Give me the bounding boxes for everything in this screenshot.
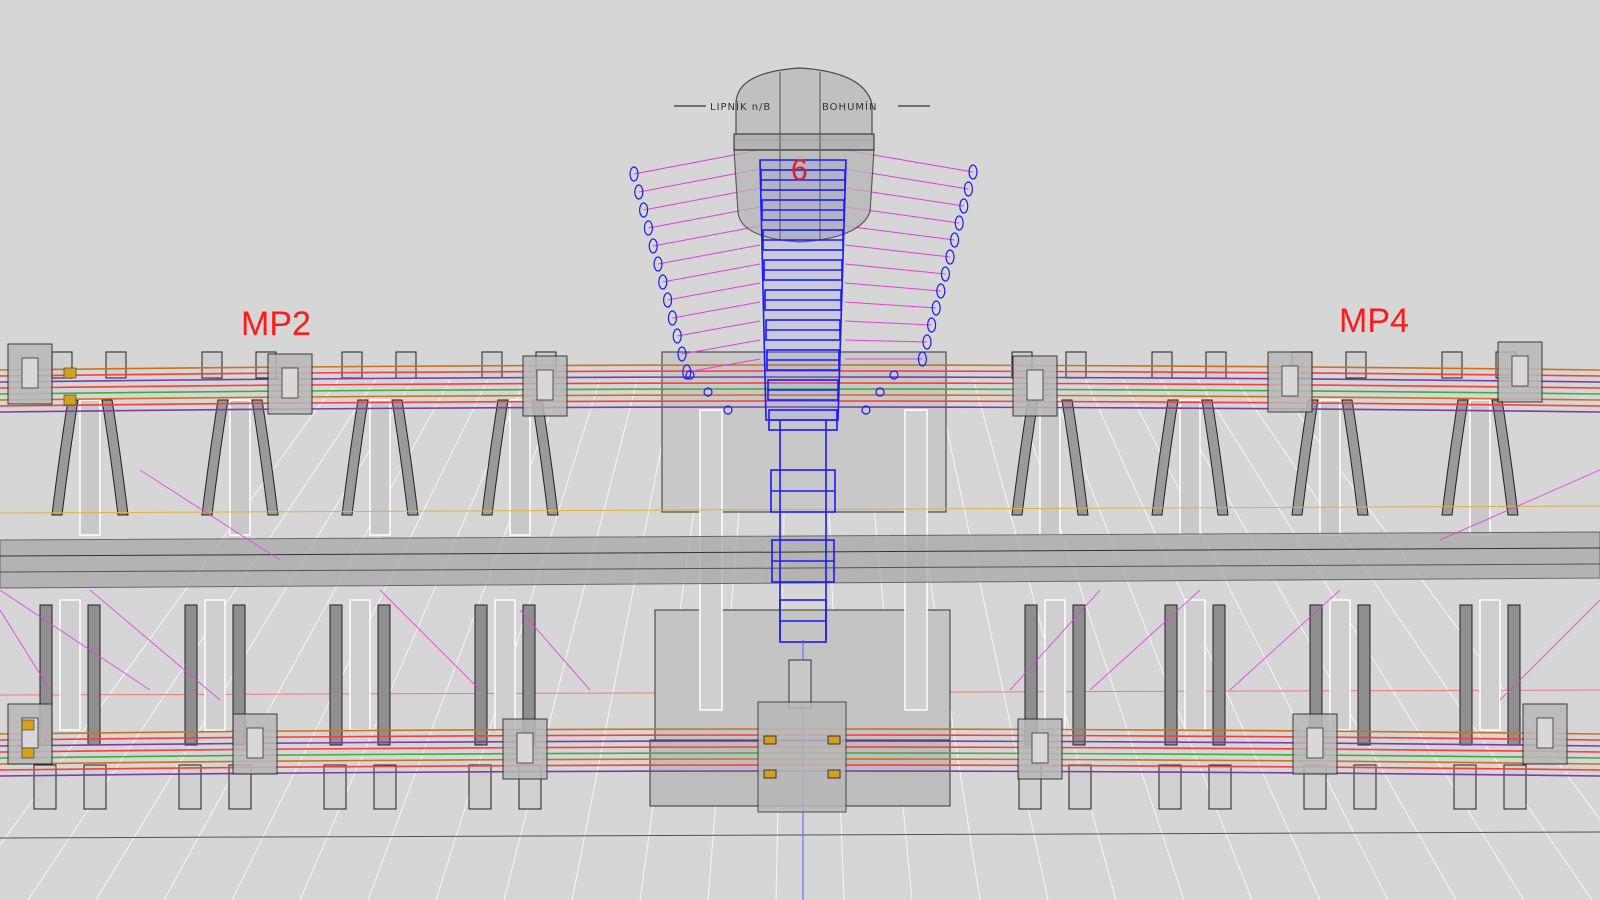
marker-mp4: MP4 — [1339, 302, 1409, 340]
sleeper-core — [79, 399, 101, 536]
sleeper-core — [1044, 599, 1066, 731]
sleeper-leg — [1459, 604, 1473, 746]
sleeper-foot — [33, 764, 57, 810]
sleeper-core — [229, 399, 251, 536]
clamp-core — [21, 357, 39, 389]
sleeper-core — [1179, 399, 1201, 536]
sleeper-foot — [83, 764, 107, 810]
sleeper-core — [1469, 399, 1491, 536]
sleeper-foot — [323, 764, 347, 810]
direction-right-label: BOHUMÍN — [822, 100, 877, 113]
sleeper-head — [341, 351, 363, 379]
sleeper-foot — [1353, 764, 1377, 810]
sleeper-head — [1205, 351, 1227, 379]
sleeper-leg — [1507, 604, 1521, 746]
clamp-core — [1536, 717, 1554, 749]
sleeper-leg — [1357, 604, 1371, 746]
sleeper-leg — [1164, 604, 1178, 746]
sleeper-leg — [1212, 604, 1226, 746]
sleeper-core — [509, 399, 531, 536]
sleeper-core — [1184, 599, 1206, 731]
cad-viewport[interactable]: LIPNÍK n/B BOHUMÍN MP2 MP4 6 — [0, 0, 1600, 900]
sleeper-foot — [178, 764, 202, 810]
sleeper-core — [1319, 399, 1341, 536]
sleeper-core — [1479, 599, 1501, 731]
clamp-bolt — [21, 719, 35, 731]
clamp-bolt — [21, 747, 35, 759]
switch-number: 6 — [791, 154, 808, 187]
sleeper-core — [1329, 599, 1351, 731]
clamp-core — [1281, 365, 1299, 397]
clamp-core — [1306, 727, 1324, 759]
sleeper-core — [369, 399, 391, 536]
sleeper-core — [349, 599, 371, 731]
clamp-core — [516, 732, 534, 764]
clamp-core — [246, 727, 264, 759]
sleeper-leg — [474, 604, 488, 746]
sleeper-head — [395, 351, 417, 379]
sleeper-foot — [1503, 764, 1527, 810]
marker-mp2: MP2 — [241, 305, 311, 343]
sleeper-leg — [87, 604, 101, 746]
sleeper-leg — [329, 604, 343, 746]
direction-left-label: LIPNÍK n/B — [710, 100, 771, 113]
sleeper-leg — [377, 604, 391, 746]
sleeper-core — [494, 599, 516, 731]
clamp-core — [1031, 732, 1049, 764]
sleeper-leg — [1072, 604, 1086, 746]
clamp-bolt — [63, 367, 77, 379]
sleeper-core — [204, 599, 226, 731]
clamp-bolt — [63, 394, 77, 406]
clamp-core — [536, 369, 554, 401]
clamp-core — [1511, 355, 1529, 387]
sleeper-foot — [1453, 764, 1477, 810]
sleeper-core — [1039, 399, 1061, 536]
clamp-core — [1026, 369, 1044, 401]
sleeper-head — [1151, 351, 1173, 379]
clamp-core — [281, 367, 299, 399]
sleeper-core — [59, 599, 81, 731]
